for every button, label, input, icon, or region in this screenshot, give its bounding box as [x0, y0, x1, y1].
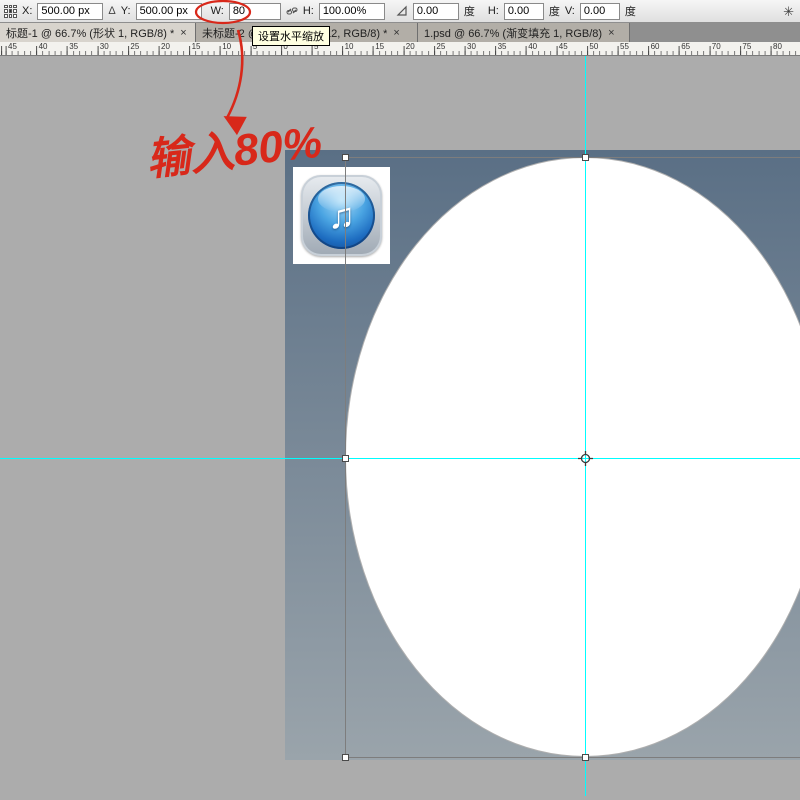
ruler-number: 35: [498, 42, 507, 51]
ruler-number: 30: [467, 42, 476, 51]
delta-icon[interactable]: Δ: [108, 5, 115, 17]
y-label: Y:: [121, 5, 131, 17]
width-label: W:: [211, 5, 224, 17]
ref-dot: [13, 14, 17, 18]
h-skew-input[interactable]: [504, 3, 544, 20]
x-label: X:: [22, 5, 32, 17]
h-skew-unit: 度: [549, 3, 560, 19]
ruler-number: 20: [161, 42, 170, 51]
document-tab-bar: 标题-1 @ 66.7% (形状 1, RGB/8) *×未标题-2 @ 66.…: [0, 23, 800, 42]
tab-label: 标题-1 @ 66.7% (形状 1, RGB/8) *: [6, 25, 174, 41]
ref-dot: [13, 9, 17, 13]
itunes-circle: ♫: [308, 182, 375, 249]
ruler-number: 30: [100, 42, 109, 51]
rotate-angle-input[interactable]: [413, 3, 459, 20]
y-position-input[interactable]: [136, 3, 202, 20]
horizontal-ruler[interactable]: 4540353025201510505101520253035404550556…: [0, 42, 800, 56]
transform-handle-middle-left[interactable]: [342, 455, 349, 462]
link-dimensions-icon[interactable]: [286, 5, 298, 17]
ruler-number: 20: [406, 42, 415, 51]
transform-box-bottom-edge[interactable]: [345, 757, 800, 758]
reference-point-locator[interactable]: [4, 5, 17, 18]
ruler-number: 55: [620, 42, 629, 51]
transform-handle-top-center[interactable]: [582, 154, 589, 161]
ruler-number: 10: [222, 42, 231, 51]
canvas-pasteboard[interactable]: ♫: [0, 56, 800, 800]
vertical-guide[interactable]: [585, 56, 586, 796]
ref-dot: [4, 5, 8, 9]
document-tab-1[interactable]: 标题-1 @ 66.7% (形状 1, RGB/8) * ×: [0, 23, 196, 42]
ref-dot-center: [9, 9, 13, 13]
width-scale-input[interactable]: [229, 3, 281, 20]
x-position-input[interactable]: [37, 3, 103, 20]
transform-reference-point[interactable]: [578, 451, 593, 466]
ruler-number: 60: [651, 42, 660, 51]
tab-close-icon[interactable]: ×: [180, 27, 186, 39]
ruler-number: 80: [773, 42, 782, 51]
ruler-number: 50: [589, 42, 598, 51]
ref-dot: [13, 5, 17, 9]
v-skew-unit: 度: [625, 3, 636, 19]
ref-dot: [9, 14, 13, 18]
height-label: H:: [303, 5, 314, 17]
ref-dot: [4, 14, 8, 18]
transform-handle-bottom-left[interactable]: [342, 754, 349, 761]
tab-label: 1.psd @ 66.7% (渐变填充 1, RGB/8): [424, 25, 602, 41]
transform-handle-bottom-center[interactable]: [582, 754, 589, 761]
ruler-number: 35: [69, 42, 78, 51]
height-scale-input[interactable]: [319, 3, 385, 20]
w-field-tooltip: 设置水平缩放: [252, 26, 330, 46]
ruler-number: 15: [192, 42, 201, 51]
document-tab-3[interactable]: 1.psd @ 66.7% (渐变填充 1, RGB/8) ×: [418, 23, 630, 42]
ruler-number: 15: [375, 42, 384, 51]
v-skew-input[interactable]: [580, 3, 620, 20]
itunes-badge: ♫: [301, 175, 382, 256]
tab-close-icon[interactable]: ×: [608, 27, 614, 39]
ruler-number: 40: [39, 42, 48, 51]
rotate-unit: 度: [464, 3, 475, 19]
v-skew-label: V:: [565, 5, 575, 17]
ruler-number: 65: [681, 42, 690, 51]
ref-dot: [9, 5, 13, 9]
ruler-number: 75: [742, 42, 751, 51]
music-note-icon: ♫: [328, 198, 355, 234]
ruler-number: 45: [8, 42, 17, 51]
ruler-major-ticks: [0, 46, 800, 55]
transform-box-top-edge[interactable]: [345, 157, 800, 158]
ruler-number: 45: [559, 42, 568, 51]
ref-dot: [4, 9, 8, 13]
ruler-number: 25: [436, 42, 445, 51]
h-skew-label: H:: [488, 5, 499, 17]
horizontal-guide[interactable]: [0, 458, 800, 459]
itunes-icon-layer[interactable]: ♫: [293, 167, 390, 264]
warp-mode-icon[interactable]: ✳: [783, 5, 794, 18]
ruler-number: 40: [528, 42, 537, 51]
rotate-icon: [396, 5, 408, 17]
ruler-number: 25: [130, 42, 139, 51]
transform-handle-top-left[interactable]: [342, 154, 349, 161]
transform-options-bar: X: Δ Y: W: H: 度 H: 度 V: 度 ✳: [0, 0, 800, 23]
white-ellipse-shape[interactable]: [345, 157, 800, 757]
ruler-number: 10: [345, 42, 354, 51]
ruler-number: 70: [712, 42, 721, 51]
tab-close-icon[interactable]: ×: [393, 27, 399, 39]
